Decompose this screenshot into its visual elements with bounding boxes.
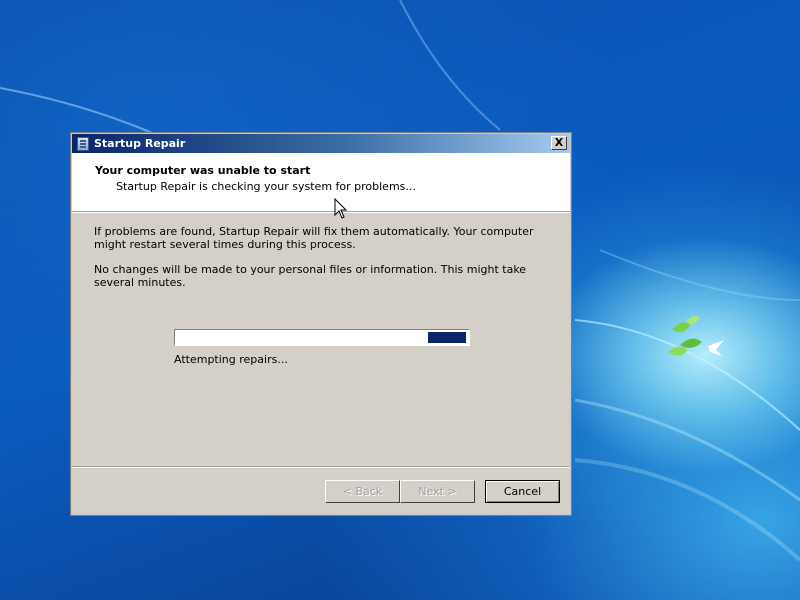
info-paragraph-2: No changes will be made to your personal… — [94, 263, 527, 289]
close-icon: X — [554, 136, 564, 149]
header-panel: Your computer was unable to start Startu… — [72, 153, 570, 212]
mouse-pointer-icon — [334, 198, 348, 219]
startup-repair-icon — [77, 136, 89, 151]
progress-bar — [174, 329, 470, 346]
title-bar[interactable]: Startup Repair X — [72, 134, 570, 153]
header-title: Your computer was unable to start — [95, 164, 311, 177]
info-paragraph-1: If problems are found, Startup Repair wi… — [94, 225, 534, 251]
header-divider — [72, 212, 570, 213]
header-subtitle: Startup Repair is checking your system f… — [116, 180, 416, 193]
progress-bar-fill — [428, 332, 466, 343]
progress-status: Attempting repairs... — [174, 353, 288, 366]
back-button[interactable]: < Back — [325, 480, 400, 503]
next-button[interactable]: Next > — [400, 480, 475, 503]
windows-bird-logo — [668, 315, 724, 356]
close-button[interactable]: X — [551, 136, 567, 150]
window-title: Startup Repair — [94, 137, 186, 150]
startup-repair-dialog: Startup Repair X Your computer was unabl… — [70, 132, 572, 516]
cancel-button[interactable]: Cancel — [485, 480, 560, 503]
footer-divider — [72, 466, 570, 468]
